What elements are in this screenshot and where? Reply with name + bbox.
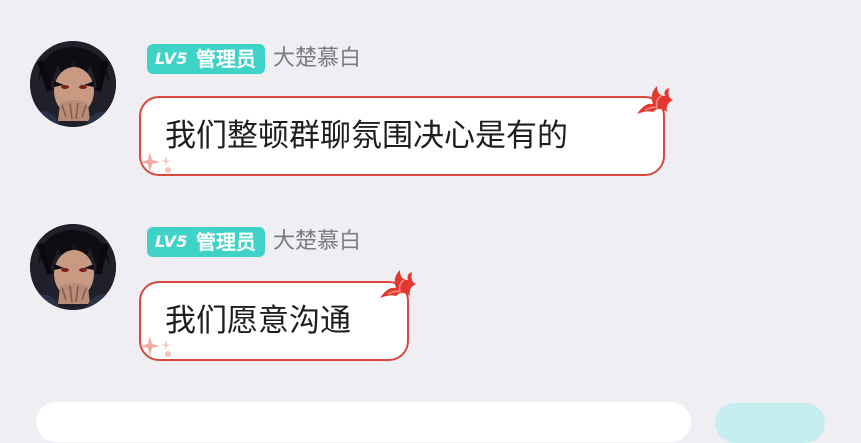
send-button[interactable] <box>715 403 825 443</box>
sparkle-icon <box>140 336 171 357</box>
level-label: LV5 <box>155 49 189 68</box>
anime-character-avatar-icon <box>30 41 116 127</box>
red-flame-icon <box>637 86 673 114</box>
message-input[interactable] <box>36 402 691 442</box>
sender-name[interactable]: 大楚慕白 <box>273 227 361 257</box>
sparkle-icon <box>140 152 171 173</box>
message-bubble[interactable]: 我们整顿群聊氛围决心是有的 <box>139 96 665 176</box>
avatar[interactable] <box>30 224 116 310</box>
message-header: LV5 管理员 大楚慕白 <box>147 43 361 75</box>
anime-character-avatar-icon <box>30 224 116 310</box>
admin-badge: LV5 管理员 <box>147 227 266 257</box>
message-header: LV5 管理员 大楚慕白 <box>147 226 361 258</box>
sender-name[interactable]: 大楚慕白 <box>273 44 361 74</box>
level-label: LV5 <box>155 232 189 251</box>
message-text: 我们整顿群聊氛围决心是有的 <box>165 118 568 154</box>
admin-badge: LV5 管理员 <box>147 44 266 74</box>
role-label: 管理员 <box>196 230 257 254</box>
red-flame-icon <box>380 270 416 298</box>
avatar[interactable] <box>30 41 116 127</box>
role-label: 管理员 <box>196 47 257 71</box>
message-text: 我们愿意沟通 <box>165 303 351 339</box>
